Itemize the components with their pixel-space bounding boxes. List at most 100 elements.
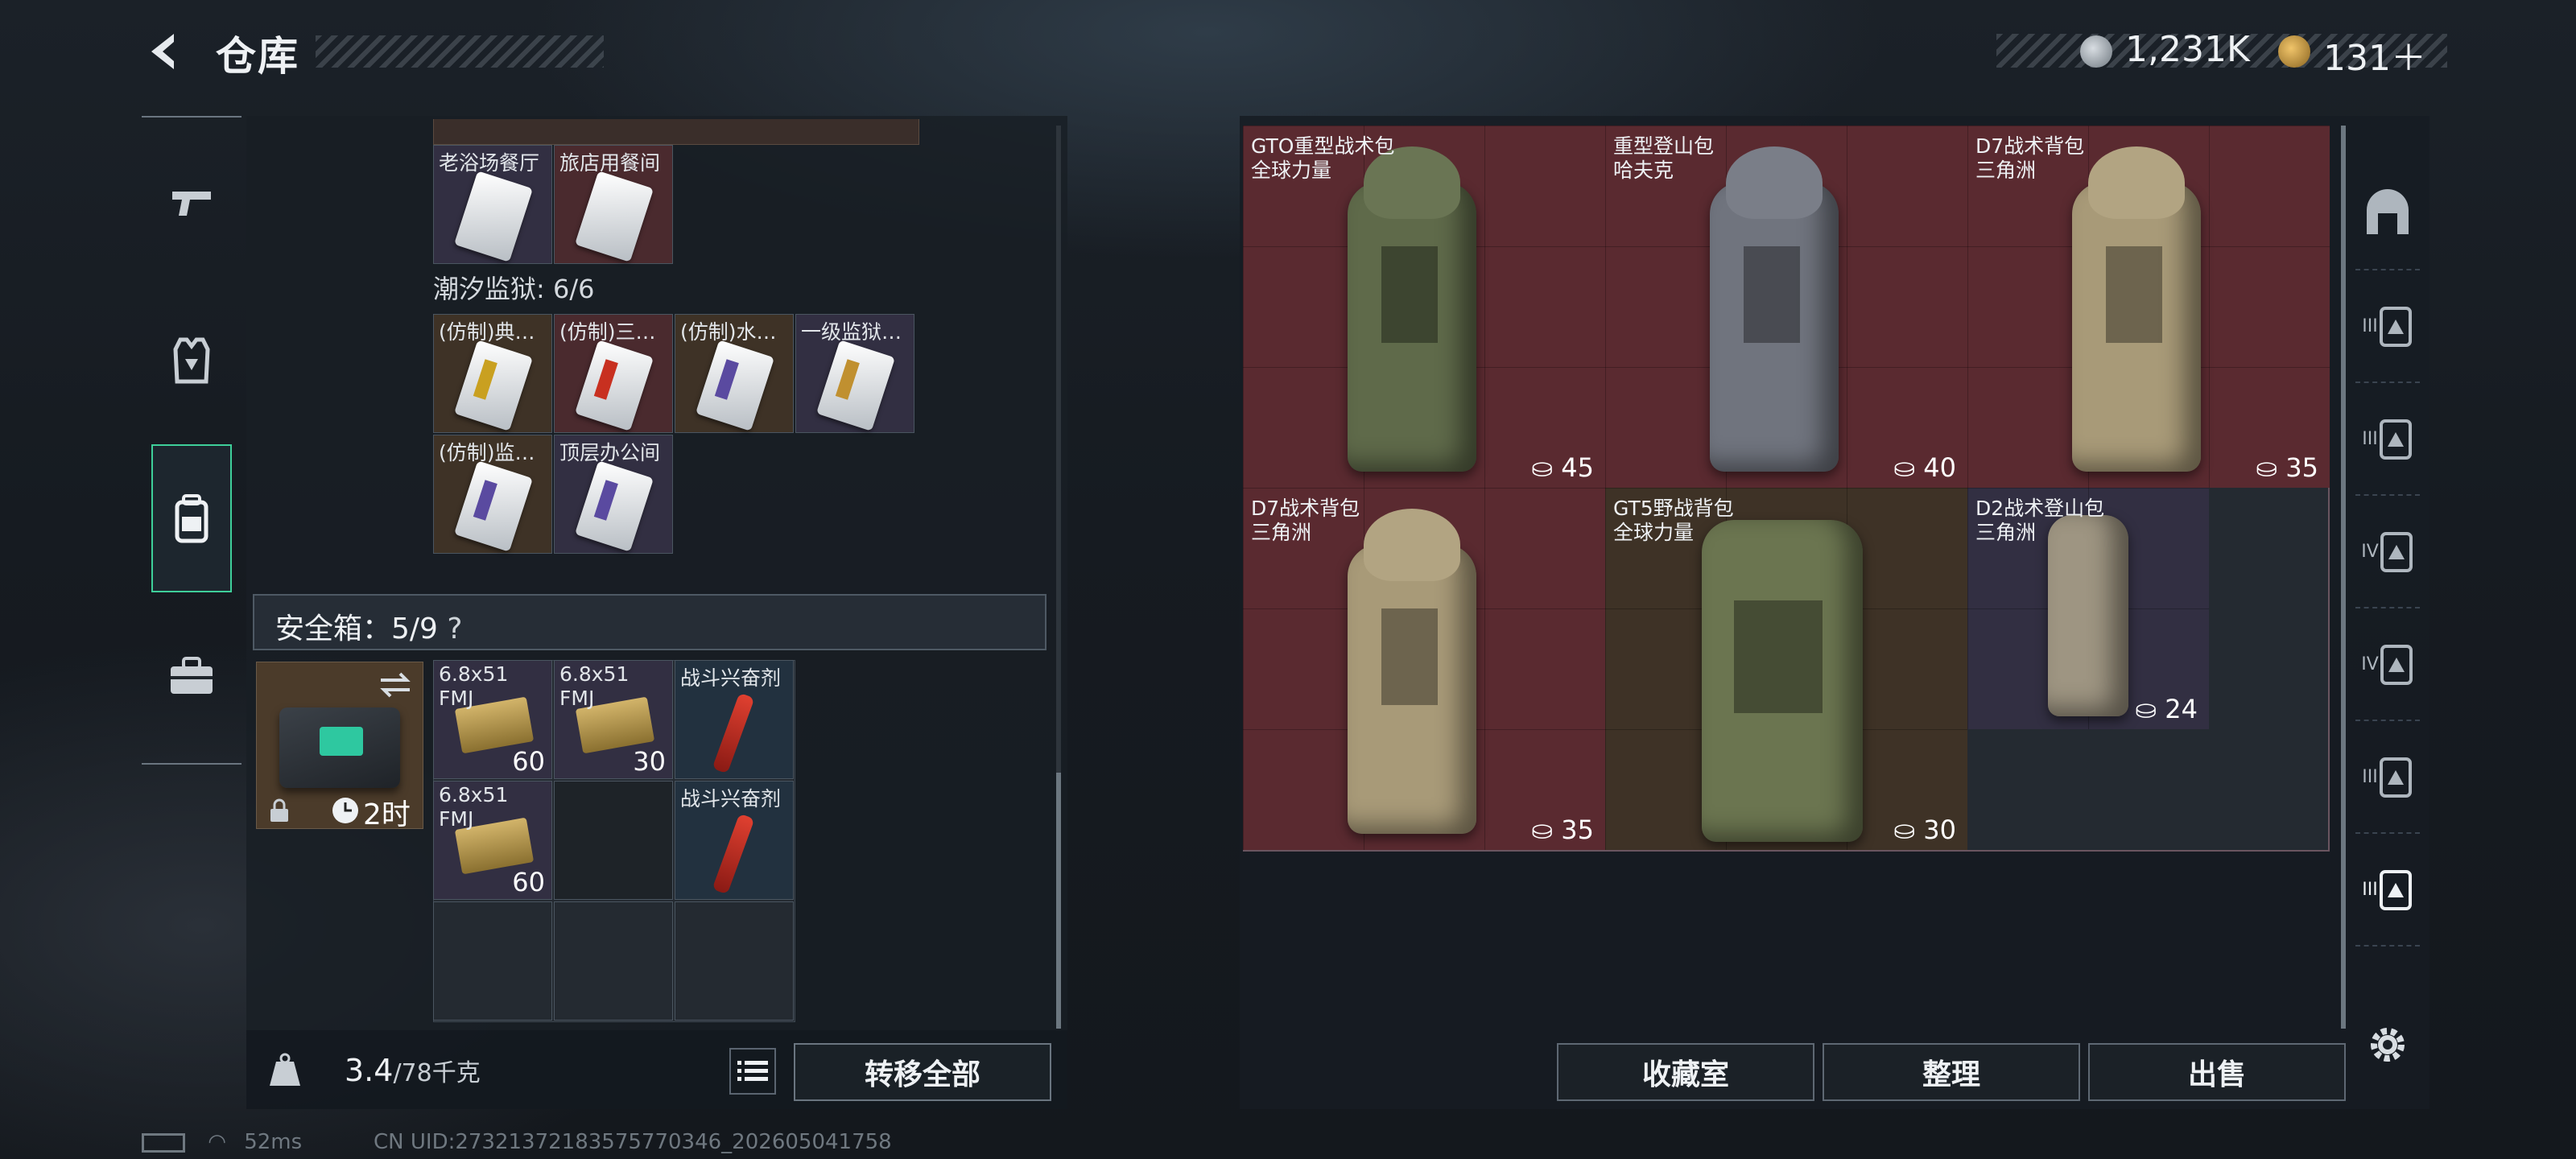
- left-scrollbar-thumb[interactable]: [1056, 773, 1061, 1029]
- syringe-icon: [712, 692, 755, 774]
- backpack-card[interactable]: 重型登山包 哈夫克 ⛀ 40: [1605, 126, 1967, 488]
- item-quantity: 60: [512, 867, 545, 897]
- filter-tier-selected[interactable]: III: [2355, 834, 2420, 947]
- item-label: 战斗兴奋剂: [680, 666, 782, 690]
- empty-slot[interactable]: [675, 901, 794, 1021]
- list-view-button[interactable]: [729, 1048, 776, 1095]
- shield-icon: [2367, 189, 2409, 234]
- filter-tier[interactable]: IV: [2355, 608, 2420, 721]
- backpack-capacity: ⛀ 45: [1531, 452, 1594, 483]
- partial-row: [433, 119, 919, 145]
- backpack-brand: 哈夫克: [1613, 159, 1674, 182]
- nav-weapons[interactable]: [155, 166, 229, 240]
- keycard-item[interactable]: 顶层办公间: [554, 435, 673, 554]
- keycard-item[interactable]: (仿制)水…: [675, 314, 794, 433]
- backpack-brand: 全球力量: [1613, 521, 1695, 544]
- clock-icon: [332, 798, 358, 823]
- gold-currency-amount[interactable]: 131＋: [2323, 29, 2426, 80]
- briefcase-icon: [171, 657, 213, 694]
- keycard-icon: [453, 460, 534, 552]
- filter-tier[interactable]: III: [2355, 270, 2420, 383]
- backpack-card[interactable]: D2战术登山包 三角洲 ⛀ 24: [1967, 488, 2209, 729]
- keycard-item[interactable]: 旅店用餐间: [554, 145, 673, 264]
- transfer-all-button[interactable]: 转移全部: [794, 1043, 1051, 1101]
- stim-item[interactable]: 战斗兴奋剂: [675, 781, 794, 900]
- section-title: 潮汐监狱: 6/6: [433, 274, 595, 304]
- swap-icon[interactable]: [378, 670, 413, 699]
- backpack-image: [2048, 515, 2128, 716]
- filter-tier[interactable]: III: [2355, 721, 2420, 834]
- backpack-icon: [2379, 419, 2412, 460]
- backpack-card[interactable]: D7战术背包 三角洲 ⛀ 35: [1967, 126, 2330, 488]
- keycard-item[interactable]: 老浴场餐厅: [433, 145, 552, 264]
- backpack-icon: [175, 494, 208, 543]
- keycard-icon: [695, 340, 775, 431]
- stim-item[interactable]: 战斗兴奋剂: [675, 660, 794, 779]
- backpack-capacity: ⛀ 35: [2256, 452, 2318, 483]
- safebox-header[interactable]: 安全箱：5/9 ?: [253, 594, 1046, 650]
- keycard-icon: [574, 340, 654, 431]
- sell-button[interactable]: 出售: [2088, 1043, 2346, 1101]
- keycard-icon: [815, 340, 896, 431]
- backpack-card[interactable]: GT5野战背包 全球力量 ⛀ 30: [1605, 488, 1967, 850]
- backpack-brand: 三角洲: [1251, 521, 1312, 544]
- ammo-item[interactable]: 6.8x51 FMJ 30: [554, 660, 673, 779]
- item-quantity: 60: [512, 746, 545, 777]
- item-label: 老浴场餐厅: [439, 151, 540, 175]
- page-title: 仓库: [216, 33, 299, 80]
- syringe-icon: [712, 813, 755, 895]
- keycard-item[interactable]: 一级监狱…: [795, 314, 914, 433]
- keycard-icon: [453, 340, 534, 431]
- help-icon: ?: [447, 612, 463, 645]
- item-label: 一级监狱…: [801, 320, 902, 344]
- backpack-card[interactable]: D7战术背包 三角洲 ⛀ 35: [1243, 488, 1605, 850]
- item-label: 旅店用餐间: [559, 151, 661, 175]
- keycard-item[interactable]: (仿制)三…: [554, 314, 673, 433]
- back-chevron-icon[interactable]: [142, 29, 187, 74]
- gold-coin-icon: [2278, 35, 2310, 68]
- item-label: (仿制)水…: [680, 320, 777, 344]
- item-label: (仿制)典…: [439, 320, 535, 344]
- ping-readout: 52ms: [244, 1130, 303, 1154]
- weight-icon: [256, 1041, 314, 1099]
- right-scrollbar[interactable]: [2341, 126, 2346, 1029]
- collection-room-button[interactable]: 收藏室: [1557, 1043, 1814, 1101]
- status-footer: ◠ 52ms: [142, 1130, 302, 1154]
- nav-cases[interactable]: [155, 639, 229, 713]
- empty-slot[interactable]: [433, 901, 552, 1021]
- filter-tier[interactable]: IV: [2355, 496, 2420, 608]
- keycard-item[interactable]: (仿制)监…: [433, 435, 552, 554]
- backpack-icon: [2379, 870, 2412, 910]
- battery-icon: [142, 1132, 185, 1153]
- nav-armor[interactable]: [155, 324, 229, 398]
- backpack-brand: 全球力量: [1251, 159, 1332, 182]
- item-label: 6.8x51 FMJ: [559, 662, 630, 710]
- safebox-image: [279, 707, 400, 788]
- pistol-icon: [172, 192, 211, 216]
- sort-button[interactable]: 整理: [1823, 1043, 2080, 1101]
- keycard-icon: [453, 171, 534, 262]
- empty-slot[interactable]: [554, 781, 673, 900]
- safebox-container[interactable]: 2时: [256, 662, 423, 831]
- backpack-capacity: ⛀ 24: [2135, 694, 2198, 724]
- left-category-nav: [142, 116, 242, 765]
- keycard-icon: [574, 460, 654, 552]
- backpack-capacity: ⛀ 35: [1531, 815, 1594, 845]
- keycard-item[interactable]: (仿制)典…: [433, 314, 552, 433]
- weight-readout: 3.4/78千克: [345, 1053, 481, 1088]
- ammo-item[interactable]: 6.8x51 FMJ 60: [433, 660, 552, 779]
- backpack-icon: [2379, 757, 2412, 798]
- gear-icon[interactable]: [2367, 1024, 2409, 1066]
- filter-all[interactable]: [2355, 158, 2420, 270]
- empty-slot[interactable]: [554, 901, 673, 1021]
- filter-tier[interactable]: III: [2355, 383, 2420, 496]
- backpack-card[interactable]: GTO重型战术包 全球力量 ⛀ 45: [1243, 126, 1605, 488]
- backpack-brand: 三角洲: [1975, 521, 2037, 544]
- silver-currency-amount: 1,231K: [2125, 29, 2250, 70]
- vest-icon: [173, 337, 210, 384]
- ammo-item[interactable]: 6.8x51 FMJ 60: [433, 781, 552, 900]
- backpack-capacity: ⛀ 30: [1893, 815, 1956, 845]
- item-label: 6.8x51 FMJ: [439, 783, 509, 831]
- nav-backpacks[interactable]: [151, 444, 232, 592]
- backpack-icon: [2380, 645, 2413, 685]
